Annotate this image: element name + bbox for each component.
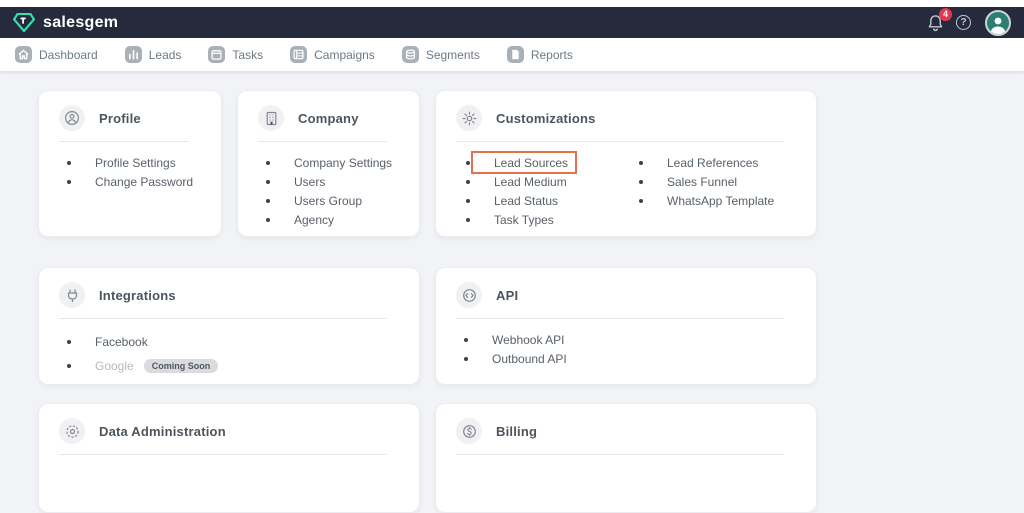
notifications-button[interactable]: 4 — [927, 14, 945, 32]
link-profile-settings[interactable]: Profile Settings — [67, 153, 221, 172]
card-company: Company Company Settings Users Users Gro… — [237, 90, 420, 237]
nav-label: Campaigns — [314, 48, 375, 62]
home-icon — [15, 46, 32, 63]
bullet — [639, 161, 643, 165]
nav-item-campaigns[interactable]: Campaigns — [290, 46, 375, 63]
divider — [59, 141, 189, 142]
nav-label: Segments — [426, 48, 480, 62]
nav-label: Dashboard — [39, 48, 98, 62]
brand-name: salesgem — [43, 14, 118, 32]
card-title: Billing — [496, 424, 537, 439]
question-mark-icon: ? — [960, 17, 966, 28]
bullet — [67, 161, 71, 165]
card-title: Customizations — [496, 111, 596, 126]
link-company-settings[interactable]: Company Settings — [266, 153, 419, 172]
card-title: API — [496, 288, 518, 303]
link-users-group[interactable]: Users Group — [266, 191, 419, 210]
bullet — [466, 199, 470, 203]
bullet — [266, 180, 270, 184]
link-facebook[interactable]: Facebook — [67, 330, 419, 354]
nav-item-segments[interactable]: Segments — [402, 46, 480, 63]
nav-label: Reports — [531, 48, 573, 62]
calendar-icon — [208, 46, 225, 63]
link-lead-status[interactable]: Lead Status — [466, 191, 636, 210]
card-customizations: Customizations Lead Sources Lead Medium … — [435, 90, 817, 237]
plug-icon — [59, 282, 85, 308]
divider — [456, 454, 784, 455]
topbar: salesgem 4 ? — [0, 7, 1024, 38]
link-change-password[interactable]: Change Password — [67, 172, 221, 191]
link-task-types[interactable]: Task Types — [466, 210, 636, 229]
building-icon — [258, 105, 284, 131]
settings-page: Profile Profile Settings Change Password… — [0, 71, 1024, 513]
window-top-strip — [0, 0, 1024, 7]
divider — [59, 318, 387, 319]
divider — [258, 141, 387, 142]
link-outbound-api[interactable]: Outbound API — [464, 349, 816, 368]
card-title: Data Administration — [99, 424, 226, 439]
data-gear-icon — [59, 418, 85, 444]
bar-chart-icon — [125, 46, 142, 63]
divider — [456, 318, 784, 319]
brand-logo[interactable]: salesgem — [13, 13, 118, 32]
gear-icon — [456, 105, 482, 131]
link-lead-sources[interactable]: Lead Sources — [466, 153, 636, 172]
link-lead-references[interactable]: Lead References — [639, 153, 774, 172]
bullet — [266, 199, 270, 203]
link-whatsapp-template[interactable]: WhatsApp Template — [639, 191, 774, 210]
card-integrations: Integrations Facebook Google Coming Soon — [38, 267, 420, 385]
api-gear-icon — [456, 282, 482, 308]
bullet — [639, 180, 643, 184]
bullet — [466, 161, 470, 165]
card-data-administration: Data Administration — [38, 403, 420, 513]
coming-soon-badge: Coming Soon — [144, 359, 219, 373]
bullet — [266, 218, 270, 222]
bullet — [266, 161, 270, 165]
bullet — [464, 357, 468, 361]
link-google: Google Coming Soon — [67, 354, 419, 378]
nav-item-dashboard[interactable]: Dashboard — [15, 46, 98, 63]
gem-logo-icon — [13, 13, 35, 32]
bullet — [67, 364, 71, 368]
profile-icon — [59, 105, 85, 131]
card-title: Integrations — [99, 288, 176, 303]
bullet — [466, 180, 470, 184]
nav-label: Tasks — [232, 48, 263, 62]
help-button[interactable]: ? — [956, 15, 971, 30]
notification-count-badge: 4 — [939, 8, 952, 21]
nav-label: Leads — [149, 48, 182, 62]
coin-icon — [456, 418, 482, 444]
card-title: Company — [298, 111, 359, 126]
link-agency[interactable]: Agency — [266, 210, 419, 229]
bullet — [466, 218, 470, 222]
user-avatar[interactable] — [985, 10, 1011, 36]
divider — [59, 454, 387, 455]
database-icon — [402, 46, 419, 63]
link-lead-medium[interactable]: Lead Medium — [466, 172, 636, 191]
nav-item-tasks[interactable]: Tasks — [208, 46, 263, 63]
card-profile: Profile Profile Settings Change Password — [38, 90, 222, 237]
nav-item-leads[interactable]: Leads — [125, 46, 182, 63]
card-billing: Billing — [435, 403, 817, 513]
bullet — [639, 199, 643, 203]
nav-item-reports[interactable]: Reports — [507, 46, 573, 63]
document-icon — [507, 46, 524, 63]
card-api: API Webhook API Outbound API — [435, 267, 817, 385]
person-icon — [988, 15, 1008, 34]
main-nav: Dashboard Leads Tasks Campaigns Segments… — [0, 38, 1024, 71]
bullet — [67, 340, 71, 344]
link-users[interactable]: Users — [266, 172, 419, 191]
list-icon — [290, 46, 307, 63]
card-title: Profile — [99, 111, 141, 126]
bullet — [464, 338, 468, 342]
link-webhook-api[interactable]: Webhook API — [464, 330, 816, 349]
link-sales-funnel[interactable]: Sales Funnel — [639, 172, 774, 191]
bullet — [67, 180, 71, 184]
